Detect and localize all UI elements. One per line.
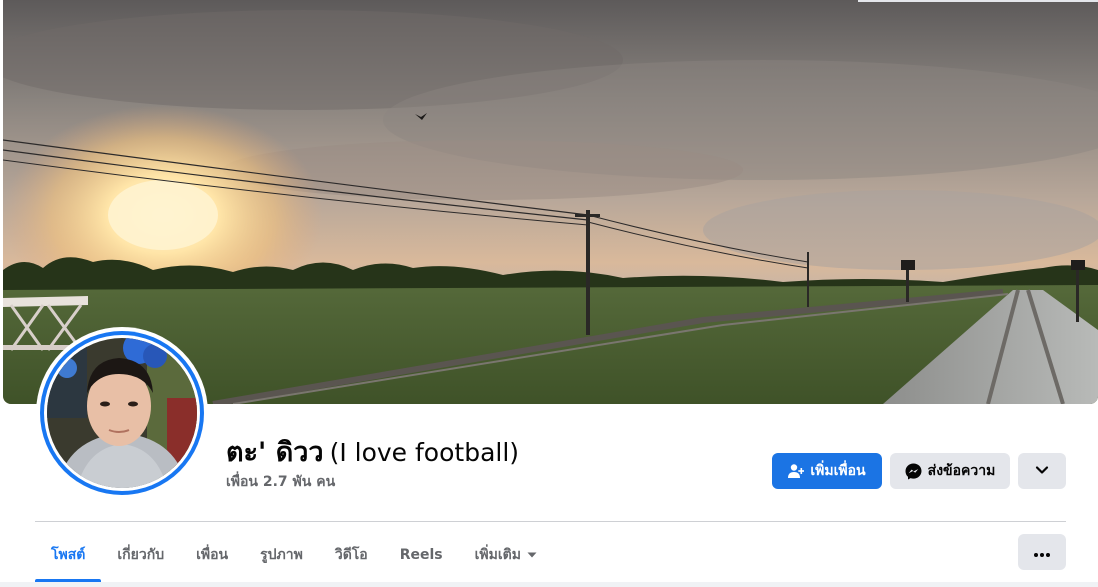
avatar-frame bbox=[44, 335, 200, 491]
tab-label: วิดีโอ bbox=[334, 547, 368, 563]
add-friend-button[interactable]: เพิ่มเพื่อน bbox=[772, 453, 882, 489]
more-options-button[interactable] bbox=[1018, 534, 1066, 570]
profile-name-row: ตะ' ดิวว (I love football) bbox=[226, 430, 519, 473]
tab-label: เกี่ยวกับ bbox=[117, 547, 165, 563]
tab-photos[interactable]: รูปภาพ bbox=[244, 528, 319, 582]
tab-reels[interactable]: Reels bbox=[384, 528, 459, 582]
tab-label: Reels bbox=[399, 547, 443, 563]
profile-alternate-name: (I love football) bbox=[329, 438, 520, 467]
tab-more[interactable]: เพิ่มเติม bbox=[459, 528, 553, 582]
header-divider bbox=[35, 521, 1066, 522]
profile-tabs: โพสต์ เกี่ยวกับ เพื่อน รูปภาพ วิดีโอ Ree… bbox=[35, 528, 553, 582]
tab-friends[interactable]: เพื่อน bbox=[180, 528, 244, 582]
profile-page: ตะ' ดิวว (I love football) เพื่อน 2.7 พัน… bbox=[0, 0, 1098, 587]
avatar-photo bbox=[47, 338, 197, 488]
more-dots-icon bbox=[1033, 543, 1051, 562]
tab-label: รูปภาพ bbox=[260, 547, 303, 563]
tab-videos[interactable]: วิดีโอ bbox=[319, 528, 384, 582]
message-label: ส่งข้อความ bbox=[927, 463, 996, 479]
friends-count-link[interactable]: เพื่อน 2.7 พัน คน bbox=[226, 471, 335, 493]
cover-top-edge bbox=[858, 0, 1098, 2]
tab-label: โพสต์ bbox=[51, 547, 86, 563]
tab-label: เพื่อน bbox=[196, 547, 229, 563]
add-person-icon bbox=[788, 463, 805, 479]
messenger-icon bbox=[905, 463, 922, 480]
page-bottom-shade bbox=[0, 582, 1098, 587]
tab-posts[interactable]: โพสต์ bbox=[35, 528, 102, 582]
add-friend-label: เพิ่มเพื่อน bbox=[810, 463, 866, 479]
tab-label: เพิ่มเติม bbox=[474, 547, 521, 563]
caret-down-icon bbox=[527, 552, 537, 558]
story-ring bbox=[40, 331, 204, 495]
expand-profile-button[interactable] bbox=[1018, 453, 1066, 489]
profile-avatar[interactable] bbox=[36, 327, 208, 499]
chevron-down-icon bbox=[1035, 463, 1049, 479]
message-button[interactable]: ส่งข้อความ bbox=[890, 453, 1010, 489]
profile-name: ตะ' ดิวว bbox=[226, 437, 324, 468]
tab-about[interactable]: เกี่ยวกับ bbox=[101, 528, 180, 582]
